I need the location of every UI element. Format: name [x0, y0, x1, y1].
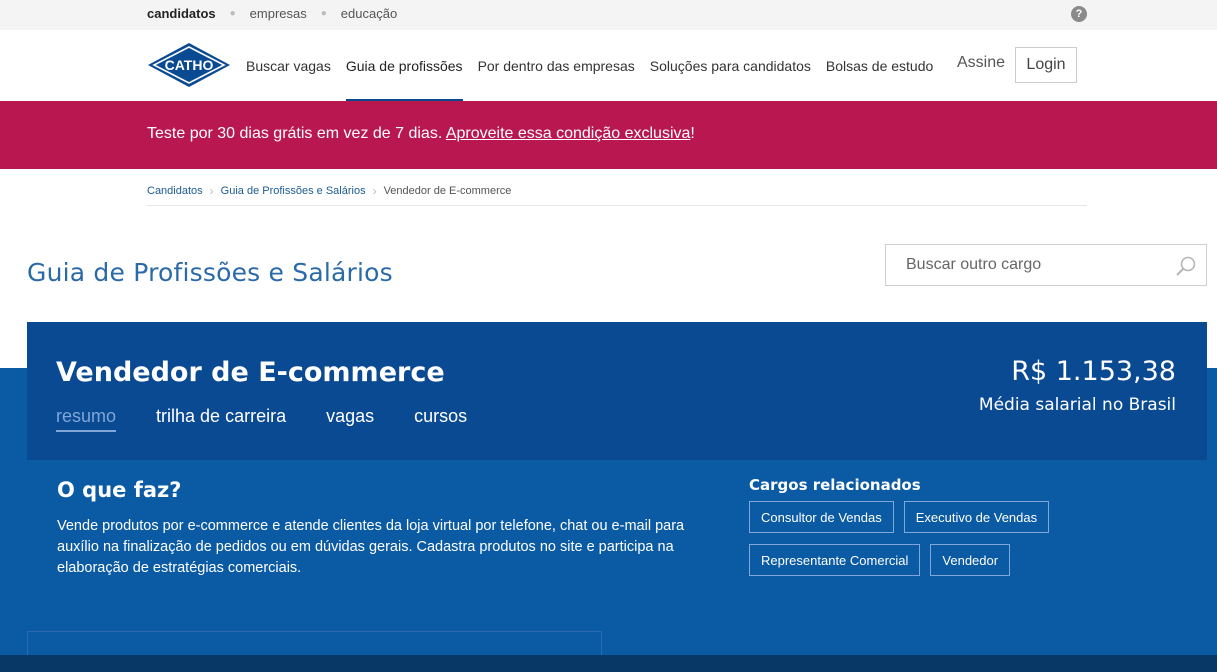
related-job-tag[interactable]: Representante Comercial — [749, 544, 921, 576]
link-empresas[interactable]: empresas — [250, 6, 307, 21]
related-job-tag[interactable]: Executivo de Vendas — [903, 501, 1050, 533]
nav-por-dentro-das-empresas[interactable]: Por dentro das empresas — [478, 30, 635, 101]
breadcrumb-current: Vendedor de E-commerce — [383, 185, 512, 197]
related-job-tag[interactable]: Consultor de Vendas — [749, 501, 894, 533]
main-nav: Buscar vagas Guia de profissões Por dent… — [246, 30, 948, 101]
tab-trilha-de-carreira[interactable]: trilha de carreira — [156, 406, 286, 432]
breadcrumb: Candidatos › Guia de Profissões e Salári… — [147, 184, 511, 198]
nav-bolsas-de-estudo[interactable]: Bolsas de estudo — [826, 30, 933, 101]
job-tabs: resumo trilha de carreira vagas cursos — [56, 406, 507, 432]
promo-suffix: ! — [690, 125, 695, 142]
catho-logo[interactable]: CATHO — [147, 42, 231, 88]
top-utility-bar: candidatos ● empresas ● educação ? — [0, 0, 1217, 30]
search-icon[interactable] — [1174, 254, 1198, 278]
related-jobs: Consultor de Vendas Executivo de Vendas … — [749, 501, 1069, 587]
promo-text: Teste por 30 dias grátis em vez de 7 dia… — [147, 125, 695, 143]
bottom-strip — [0, 655, 1217, 672]
job-title: Vendedor de E-commerce — [56, 357, 445, 388]
chevron-right-icon: › — [372, 184, 377, 198]
logo-text: CATHO — [165, 57, 214, 73]
help-icon[interactable]: ? — [1071, 6, 1087, 22]
page-title: Guia de Profissões e Salários — [27, 258, 393, 287]
tab-cursos[interactable]: cursos — [414, 406, 467, 432]
nav-buscar-vagas[interactable]: Buscar vagas — [246, 30, 331, 101]
average-salary: R$ 1.153,38 — [1011, 356, 1176, 387]
promo-message: Teste por 30 dias grátis em vez de 7 dia… — [147, 125, 446, 142]
breadcrumb-guia[interactable]: Guia de Profissões e Salários — [221, 185, 366, 197]
summary-heading: O que faz? — [57, 478, 182, 502]
promo-link[interactable]: Aproveite essa condição exclusiva — [446, 125, 691, 142]
tab-resumo[interactable]: resumo — [56, 406, 117, 432]
breadcrumb-candidatos[interactable]: Candidatos — [147, 185, 203, 197]
login-button[interactable]: Login — [1015, 47, 1077, 83]
job-header-panel: Vendedor de E-commerce resumo trilha de … — [27, 322, 1207, 460]
link-educacao[interactable]: educação — [341, 6, 397, 21]
chevron-right-icon: › — [209, 184, 214, 198]
promo-banner: Teste por 30 dias grátis em vez de 7 dia… — [0, 101, 1217, 169]
average-salary-label: Média salarial no Brasil — [978, 395, 1176, 415]
nav-solucoes-para-candidatos[interactable]: Soluções para candidatos — [650, 30, 811, 101]
nav-guia-de-profissoes[interactable]: Guia de profissões — [345, 30, 463, 101]
breadcrumb-divider — [147, 205, 1087, 206]
link-candidatos[interactable]: candidatos — [147, 6, 216, 21]
search-input[interactable] — [886, 245, 1166, 285]
assine-link[interactable]: Assine — [957, 54, 1005, 72]
related-heading: Cargos relacionados — [749, 476, 921, 494]
main-header: CATHO Buscar vagas Guia de profissões Po… — [0, 30, 1217, 101]
separator-dot: ● — [229, 8, 236, 19]
tab-vagas[interactable]: vagas — [326, 406, 374, 432]
separator-dot: ● — [320, 8, 327, 19]
summary-description: Vende produtos por e-commerce e atende c… — [57, 518, 685, 576]
job-search — [885, 244, 1207, 286]
audience-links: candidatos ● empresas ● educação — [147, 6, 397, 21]
related-job-tag[interactable]: Vendedor — [930, 544, 1011, 576]
